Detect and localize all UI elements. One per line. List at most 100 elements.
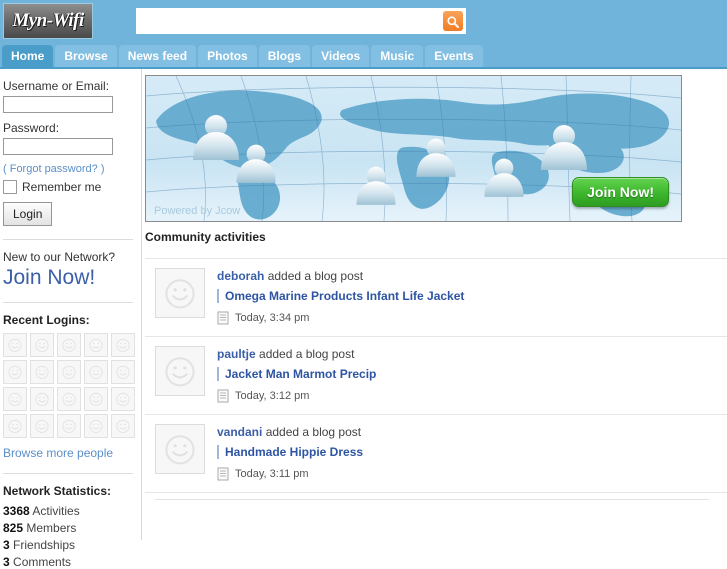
username-input[interactable] [3,96,113,113]
recent-login-avatar[interactable] [111,333,135,358]
stat-activities-label: Activities [32,504,80,519]
stat-friendships: 3 Friendships [3,538,137,552]
recent-login-avatar[interactable] [3,414,27,439]
main-content: Powered by Jcow Join Now! Community acti… [142,69,727,540]
tab-news-feed[interactable]: News feed [118,45,197,67]
site-logo[interactable]: Myn-Wifi [3,3,93,39]
recent-login-avatar[interactable] [30,360,54,385]
stat-members-label: Members [26,521,77,536]
smiley-face-icon [89,338,103,353]
network-statistics-block: Network Statistics: 3368 Activities 825 … [3,484,137,569]
stat-friendships-label: Friendships [13,538,76,553]
recent-login-avatar[interactable] [84,333,108,358]
password-label: Password: [3,121,60,135]
stat-comments: 3 Comments [3,555,137,569]
smiley-face-icon [165,435,195,465]
smiley-face-icon [35,419,49,434]
username-label: Username or Email: [3,79,110,93]
tab-events[interactable]: Events [425,45,483,67]
network-statistics-heading: Network Statistics: [3,484,112,499]
activity-post-link[interactable]: Omega Marine Products Infant Life Jacket [225,289,464,303]
recent-login-avatar[interactable] [3,360,27,385]
activity-title-wrap: Handmade Hippie Dress [217,445,363,459]
sidebar-divider-2 [3,302,133,304]
recent-login-avatar[interactable] [84,387,108,412]
activity-user-link[interactable]: paultje [217,347,256,361]
smiley-face-icon [62,338,76,353]
recent-login-avatar[interactable] [84,414,108,439]
tab-browse[interactable]: Browse [55,45,117,67]
browse-more-people-link[interactable]: Browse more people [3,446,137,460]
forgot-password-link[interactable]: ( Forgot password? ) [3,163,137,175]
avatar[interactable] [155,346,205,396]
avatar[interactable] [155,424,205,474]
remember-me-label: Remember me [22,180,102,194]
activity-item: paultje added a blog post Jacket Man Marm… [145,336,727,414]
remember-me-checkbox[interactable] [3,180,17,194]
activity-headline: deborah added a blog post [217,269,464,283]
recent-login-avatar[interactable] [3,333,27,358]
tab-home[interactable]: Home [2,45,54,67]
recent-login-avatar[interactable] [111,360,135,385]
smiley-face-icon [116,338,130,353]
recent-login-avatar[interactable] [111,414,135,439]
smiley-face-icon [89,365,103,380]
recent-login-avatar[interactable] [30,387,54,412]
activity-post-link[interactable]: Handmade Hippie Dress [225,445,363,459]
login-button[interactable]: Login [3,202,53,226]
activity-user-link[interactable]: deborah [217,269,264,283]
recent-login-avatar[interactable] [57,414,81,439]
document-icon [217,389,229,403]
password-input[interactable] [3,138,113,155]
smiley-face-icon [35,392,49,407]
main-navigation: Home Browse News feed Photos Blogs Video… [0,45,727,69]
activity-headline: vandani added a blog post [217,425,363,439]
recent-logins-block: Recent Logins: Browse more people [3,313,137,460]
document-icon [217,467,229,481]
activity-action-text: added a blog post [265,425,362,439]
activity-timestamp: Today, 3:11 pm [235,468,309,480]
recent-login-avatar[interactable] [84,360,108,385]
recent-logins-heading: Recent Logins: [3,313,90,328]
recent-login-avatar[interactable] [57,333,81,358]
join-block: New to our Network? Join Now! [3,250,137,289]
recent-login-avatar[interactable] [111,387,135,412]
content-bottom-divider [155,499,709,500]
tab-photos[interactable]: Photos [198,45,257,67]
recent-login-avatar[interactable] [3,387,27,412]
avatar[interactable] [155,268,205,318]
sidebar-divider-1 [3,239,133,240]
activity-action-text: added a blog post [259,347,355,361]
recent-login-avatar[interactable] [30,414,54,439]
stat-members: 825 Members [3,521,137,535]
smiley-face-icon [116,392,130,407]
activity-post-link[interactable]: Jacket Man Marmot Precip [225,367,376,381]
sidebar-join-now-link[interactable]: Join Now! [3,266,137,289]
smiley-face-icon [35,338,49,353]
recent-login-avatar[interactable] [57,360,81,385]
activity-title-wrap: Omega Marine Products Infant Life Jacket [217,289,464,303]
activity-user-link[interactable]: vandani [217,425,262,439]
search-button[interactable] [443,11,463,31]
activity-body: vandani added a blog post Handmade Hippie… [217,424,363,481]
recent-login-avatar[interactable] [57,387,81,412]
banner-join-now-button[interactable]: Join Now! [572,177,669,207]
activity-timestamp: Today, 3:12 pm [235,390,310,402]
tab-music[interactable]: Music [371,45,424,67]
remember-me-row: Remember me [3,180,137,194]
tab-blogs[interactable]: Blogs [258,45,311,67]
smiley-face-icon [8,365,22,380]
search-input[interactable] [137,9,437,33]
activity-item: deborah added a blog post Omega Marine Pr… [145,258,727,336]
recent-login-avatar[interactable] [30,333,54,358]
document-icon [217,311,229,325]
login-form: Username or Email: Password: ( Forgot pa… [3,79,137,226]
smiley-face-icon [62,392,76,407]
tab-videos[interactable]: Videos [312,45,370,67]
join-lead-text: New to our Network? [3,250,116,264]
activity-meta: Today, 3:12 pm [217,389,376,403]
smiley-face-icon [165,357,195,387]
community-activities-heading: Community activities [145,230,266,244]
stat-activities-value: 3368 [3,504,30,519]
activity-timestamp: Today, 3:34 pm [235,312,310,324]
